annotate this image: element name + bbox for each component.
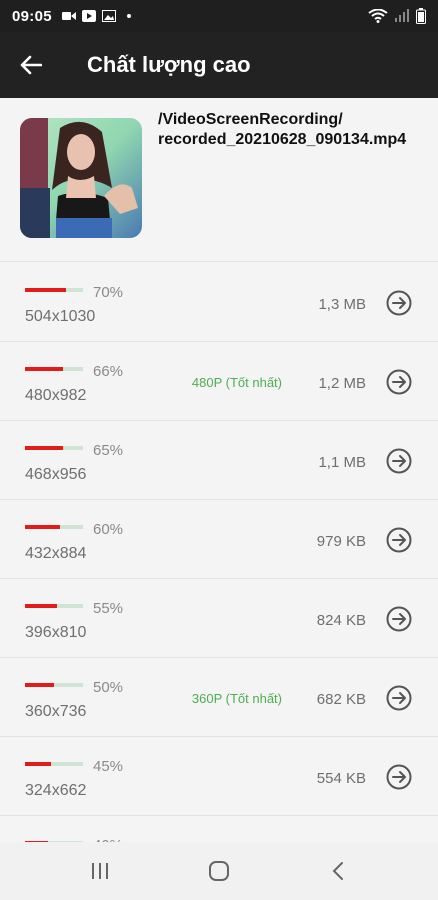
quality-percent: 60% [93,521,124,538]
quality-file-size: 682 KB [316,691,366,708]
quality-percent: 65% [93,442,124,459]
arrow-circle-right-icon[interactable] [386,290,412,316]
quality-resolution: 480x982 [25,387,87,404]
video-path-folder: /VideoScreenRecording/ [158,111,343,128]
status-bar: 09:05 [0,0,438,32]
quality-resolution: 396x810 [25,624,87,641]
arrow-circle-right-icon[interactable] [386,764,412,790]
recents-button[interactable] [80,851,120,891]
video-thumbnail[interactable] [20,118,142,238]
quality-file-size: 554 KB [316,770,366,787]
battery-icon [416,8,426,24]
quality-resolution: 324x662 [25,782,87,799]
wifi-icon [368,9,388,23]
quality-file-size: 1,1 MB [318,454,366,471]
quality-resolution: 504x1030 [25,308,96,325]
quality-ratio-bar-fill [25,288,66,292]
thumbnail-image [20,118,142,238]
video-camera-icon [61,12,76,20]
quality-ratio-bar [25,367,83,371]
signal-icon [395,9,409,22]
quality-ratio-bar-fill [25,446,63,450]
quality-option-row[interactable]: 55% 396x810 824 KB [0,579,438,658]
page-title: Chất lượng cao [87,52,251,77]
quality-percent: 45% [93,758,124,775]
quality-option-row[interactable]: 60% 432x884 979 KB [0,500,438,579]
system-nav-bar [0,842,438,900]
quality-list: 70% 504x1030 1,3 MB 66% 480x982 480P (Tốt nhấ… [0,263,438,895]
arrow-circle-right-icon[interactable] [386,369,412,395]
quality-ratio-bar [25,288,83,292]
quality-resolution: 360x736 [25,703,87,720]
arrow-circle-right-icon[interactable] [386,527,412,553]
quality-ratio-bar-fill [25,762,52,766]
quality-ratio-bar [25,604,83,608]
quality-option-row[interactable]: 66% 480x982 480P (Tốt nhất) 1,2 MB [0,342,438,421]
quality-ratio-bar [25,762,83,766]
quality-ratio-bar [25,525,83,529]
image-icon [101,10,116,22]
quality-ratio-bar [25,683,83,687]
arrow-circle-right-icon[interactable] [386,685,412,711]
arrow-circle-right-icon[interactable] [386,448,412,474]
arrow-circle-right-icon[interactable] [386,606,412,632]
home-icon [208,861,229,881]
quality-percent: 70% [93,284,124,301]
back-button[interactable] [0,32,62,98]
nav-back-icon [332,862,344,880]
quality-resolution: 432x884 [25,545,87,562]
quality-option-row[interactable]: 70% 504x1030 1,3 MB [0,263,438,342]
quality-option-row[interactable]: 65% 468x956 1,1 MB [0,421,438,500]
home-button[interactable] [199,851,239,891]
quality-option-row[interactable]: 50% 360x736 360P (Tốt nhất) 682 KB [0,658,438,737]
nav-back-button[interactable] [318,851,358,891]
video-header: /VideoScreenRecording/ recorded_20210628… [0,98,438,262]
quality-ratio-bar-fill [25,367,64,371]
quality-file-size: 1,2 MB [318,375,366,392]
status-time: 09:05 [12,7,52,25]
app-bar: Chất lượng cao [0,32,438,98]
quality-option-row[interactable]: 45% 324x662 554 KB [0,737,438,816]
video-path-file: recorded_20210628_090134.mp4 [158,131,407,148]
quality-ratio-bar-fill [25,604,57,608]
quality-percent: 55% [93,600,124,617]
recents-icon [91,863,108,879]
dot-icon [126,14,131,18]
best-quality-tag: 480P (Tốt nhất) [191,375,282,390]
quality-ratio-bar-fill [25,525,60,529]
best-quality-tag: 360P (Tốt nhất) [191,691,282,706]
quality-file-size: 979 KB [316,533,366,550]
quality-percent: 50% [93,679,124,696]
notification-icons [61,10,136,22]
quality-ratio-bar-fill [25,683,54,687]
quality-resolution: 468x956 [25,466,87,483]
system-icons [368,8,426,24]
play-icon [81,10,96,22]
video-path: /VideoScreenRecording/ recorded_20210628… [158,110,428,150]
quality-ratio-bar [25,446,83,450]
quality-percent: 66% [93,363,124,380]
quality-file-size: 1,3 MB [318,296,366,313]
arrow-left-icon [20,55,42,75]
quality-file-size: 824 KB [316,612,366,629]
